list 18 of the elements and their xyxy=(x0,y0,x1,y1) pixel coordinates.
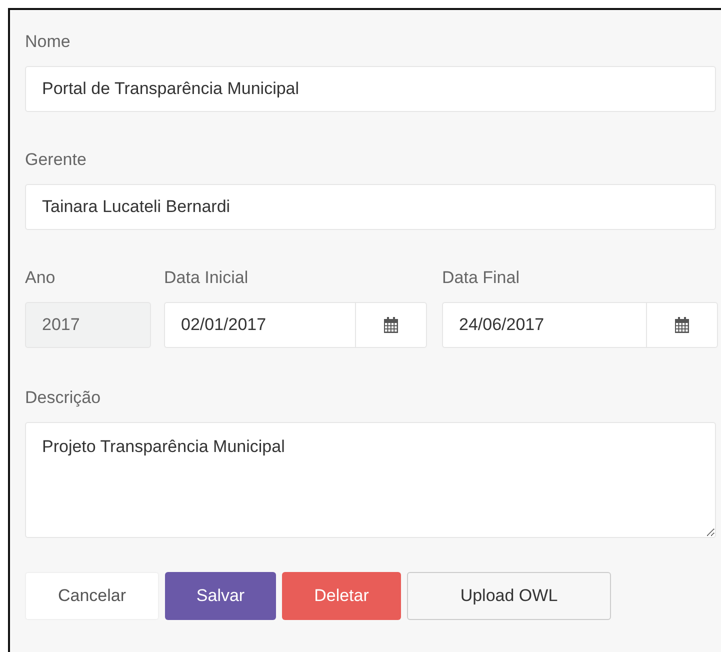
field-label: Descrição xyxy=(25,388,102,408)
calendar-button[interactable] xyxy=(355,302,427,348)
calendar-icon xyxy=(384,317,398,333)
action-button[interactable]: Salvar xyxy=(165,572,276,620)
action-button[interactable]: Cancelar xyxy=(25,572,159,620)
date-field[interactable]: 02/01/2017 xyxy=(164,302,355,348)
field-label: Data Final xyxy=(442,268,520,288)
input-field[interactable]: Tainara Lucateli Bernardi xyxy=(25,184,716,230)
calendar-icon xyxy=(675,317,689,333)
field-label: Ano xyxy=(25,268,56,288)
input-field[interactable]: Portal de Transparência Municipal xyxy=(25,66,716,112)
description-field[interactable]: Projeto Transparência Municipal xyxy=(25,422,716,538)
date-field[interactable]: 24/06/2017 xyxy=(442,302,646,348)
calendar-button[interactable] xyxy=(646,302,718,348)
field-label: Nome xyxy=(25,32,72,52)
action-button[interactable]: Upload OWL xyxy=(407,572,611,620)
field-label: Data Inicial xyxy=(164,268,250,288)
field-label: Gerente xyxy=(25,150,88,170)
